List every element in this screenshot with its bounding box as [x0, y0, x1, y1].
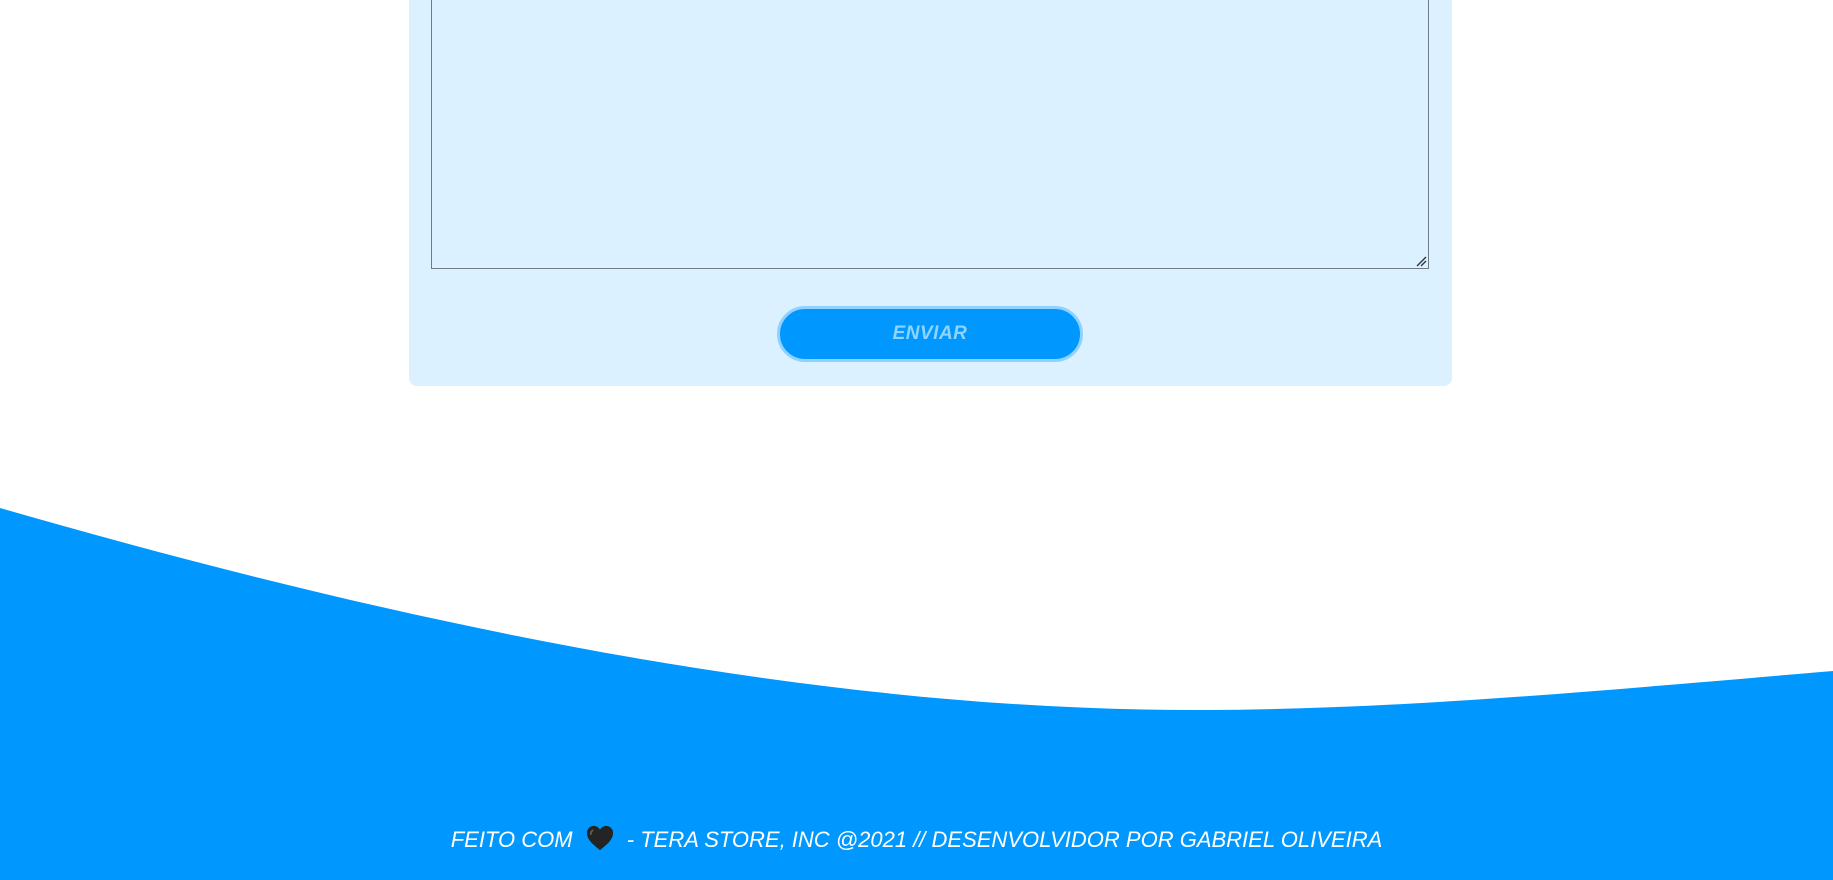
page: ENVIAR FEITO COM - TERA STORE, INC @2021… [0, 0, 1833, 880]
footer: FEITO COM - TERA STORE, INC @2021 // DES… [0, 820, 1833, 860]
resize-handle-icon[interactable] [1415, 255, 1427, 267]
message-textarea[interactable] [431, 0, 1429, 269]
footer-prefix: FEITO COM [450, 827, 573, 852]
submit-button[interactable]: ENVIAR [777, 306, 1083, 362]
heart-icon [586, 825, 613, 851]
footer-credit: - TERA STORE, INC @2021 // DESENVOLVIDOR… [626, 827, 1383, 852]
contact-form: ENVIAR [409, 0, 1452, 386]
